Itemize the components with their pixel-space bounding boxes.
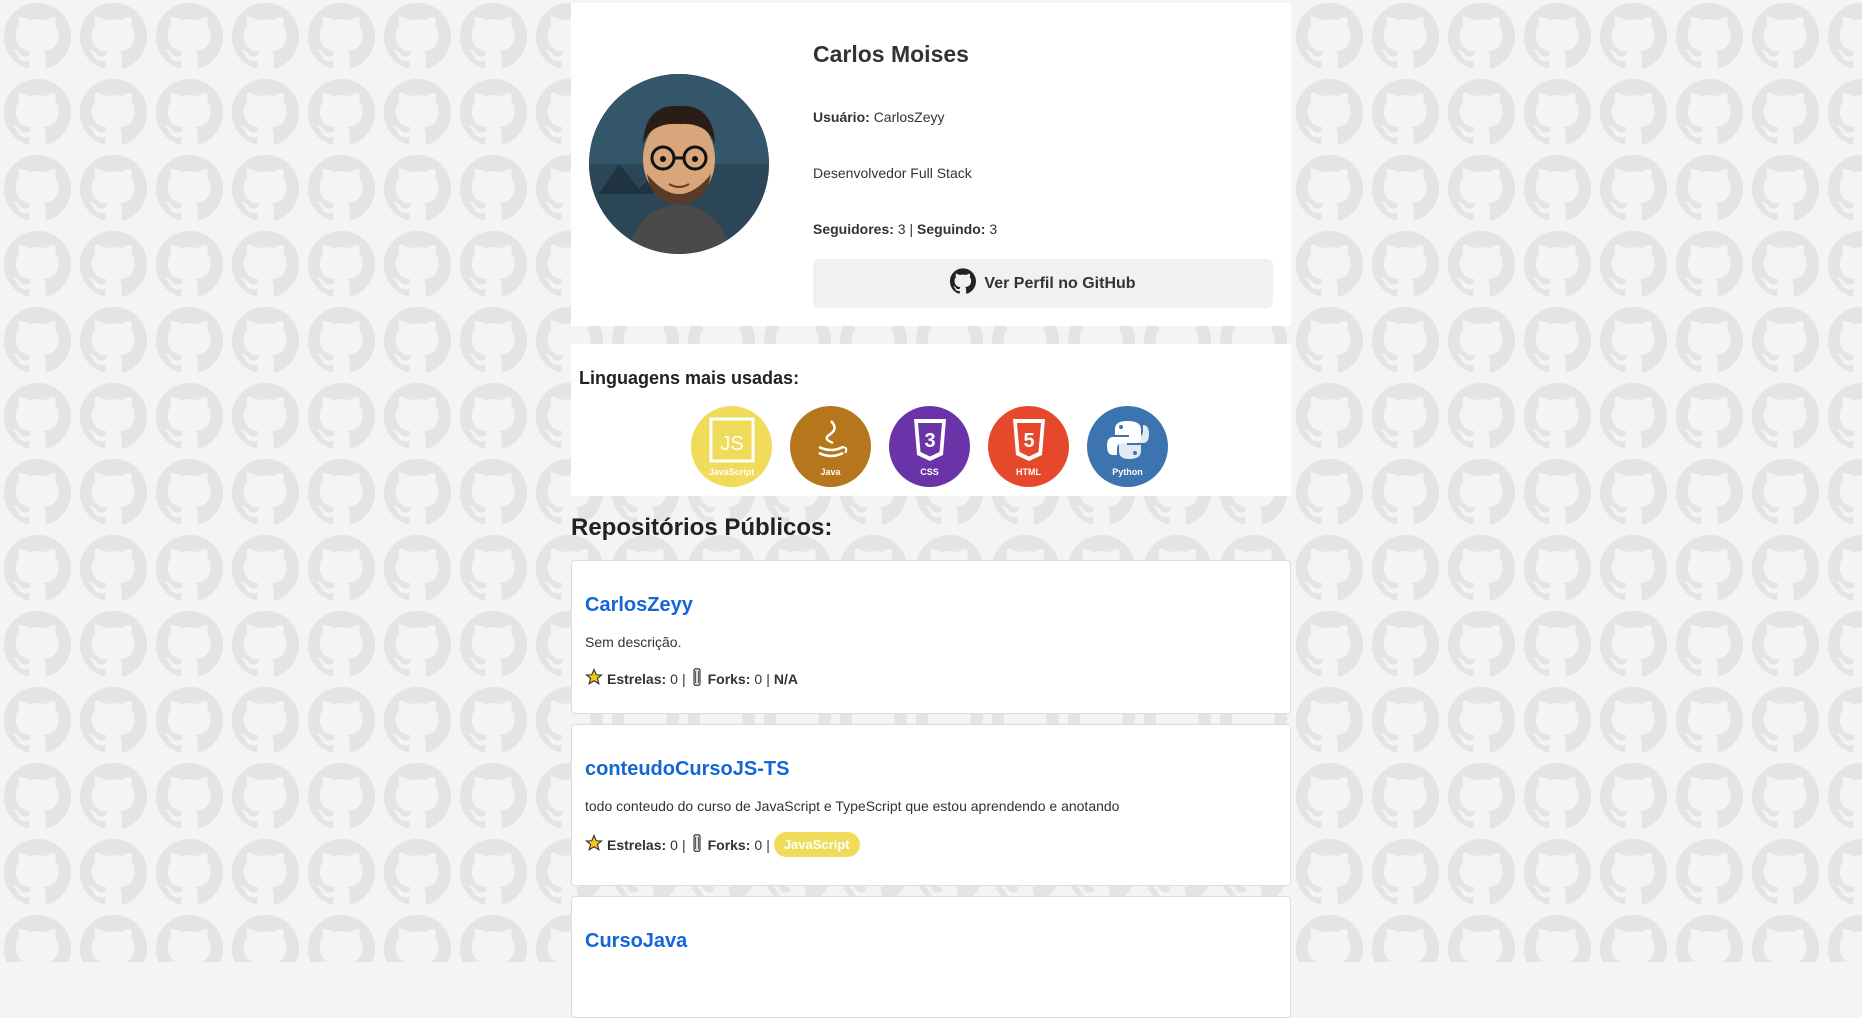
svg-text:5: 5: [1023, 430, 1034, 452]
profile-follow-stats: Seguidores: 3 | Seguindo: 3: [813, 221, 997, 237]
languages-card: Linguagens mais usadas: JS JavaScript Ja…: [571, 344, 1291, 496]
language-css: 3 CSS: [889, 406, 970, 487]
svg-text:JS: JS: [720, 433, 743, 455]
profile-username: Usuário: CarlosZeyy: [813, 109, 944, 125]
repo-stats: Estrelas: 0 | Forks: 0 | N/A: [585, 668, 1277, 713]
forks-label: Forks:: [707, 836, 751, 853]
python-icon: [1106, 420, 1149, 459]
java-icon: [817, 419, 847, 457]
view-github-profile-label: Ver Perfil no GitHub: [984, 274, 1136, 292]
javascript-icon: JS: [709, 417, 754, 462]
css3-icon: 3: [913, 418, 946, 461]
repo-card: CursoJava: [571, 896, 1291, 1018]
repo-link[interactable]: CarlosZeyy: [585, 561, 693, 617]
separator: |: [681, 670, 686, 687]
github-icon: [950, 268, 977, 299]
repo-description: todo conteudo do curso de JavaScript e T…: [585, 798, 1120, 814]
stars-value: 0: [670, 836, 678, 853]
html5-icon: 5: [1012, 418, 1045, 461]
separator: |: [909, 221, 914, 237]
stars-label: Estrelas:: [607, 836, 667, 853]
language-label: CSS: [920, 467, 939, 477]
username-label: Usuário:: [813, 109, 870, 125]
following-label: Seguindo:: [917, 221, 986, 237]
repo-description: Sem descrição.: [585, 634, 682, 650]
repo-stats: Estrelas: 0 | Forks: 0 | JavaScript: [585, 832, 1277, 885]
repo-language: N/A: [773, 670, 798, 687]
followers-value: 3: [897, 221, 906, 237]
repo-link[interactable]: conteudoCursoJS-TS: [585, 725, 789, 781]
public-repos-title: Repositórios Públicos:: [571, 514, 833, 541]
separator: |: [766, 836, 770, 853]
language-label: HTML: [1016, 467, 1041, 477]
stars-label: Estrelas:: [607, 670, 667, 687]
repo-link[interactable]: CursoJava: [585, 897, 687, 953]
forks-value: 0: [754, 836, 763, 853]
forks-value: 0: [754, 670, 763, 687]
separator: |: [681, 836, 686, 853]
separator: |: [766, 670, 770, 687]
stars-value: 0: [670, 670, 678, 687]
languages-title: Linguagens mais usadas:: [579, 368, 800, 388]
language-java: Java: [790, 406, 871, 487]
followers-label: Seguidores:: [813, 221, 894, 237]
repo-card: conteudoCursoJS-TS todo conteudo do curs…: [571, 724, 1291, 886]
star-icon: [585, 834, 603, 855]
forks-label: Forks:: [707, 670, 751, 687]
username-value: CarlosZeyy: [873, 109, 945, 125]
fork-icon: [690, 668, 704, 689]
profile-bio: Desenvolvedor Full Stack: [813, 165, 972, 181]
language-badges: JS JavaScript Java 3 CSS 5 HTML Python: [691, 406, 1168, 487]
main-container: Carlos Moises Usuário: CarlosZeyy Desenv…: [571, 3, 1291, 1018]
language-label: Java: [820, 467, 841, 477]
star-icon: [585, 668, 603, 689]
language-badge: JavaScript: [773, 832, 860, 857]
profile-card: Carlos Moises Usuário: CarlosZeyy Desenv…: [571, 3, 1291, 326]
avatar: [589, 74, 769, 254]
language-html: 5 HTML: [988, 406, 1069, 487]
language-label: JavaScript: [708, 467, 755, 477]
following-value: 3: [989, 221, 998, 237]
language-label: Python: [1112, 467, 1143, 477]
view-github-profile-button[interactable]: Ver Perfil no GitHub: [813, 259, 1273, 308]
language-javascript: JS JavaScript: [691, 406, 772, 487]
profile-name: Carlos Moises: [813, 41, 969, 67]
svg-text:3: 3: [924, 430, 935, 452]
language-python: Python: [1087, 406, 1168, 487]
repo-card: CarlosZeyy Sem descrição. Estrelas: 0 | …: [571, 560, 1291, 714]
fork-icon: [690, 834, 704, 855]
